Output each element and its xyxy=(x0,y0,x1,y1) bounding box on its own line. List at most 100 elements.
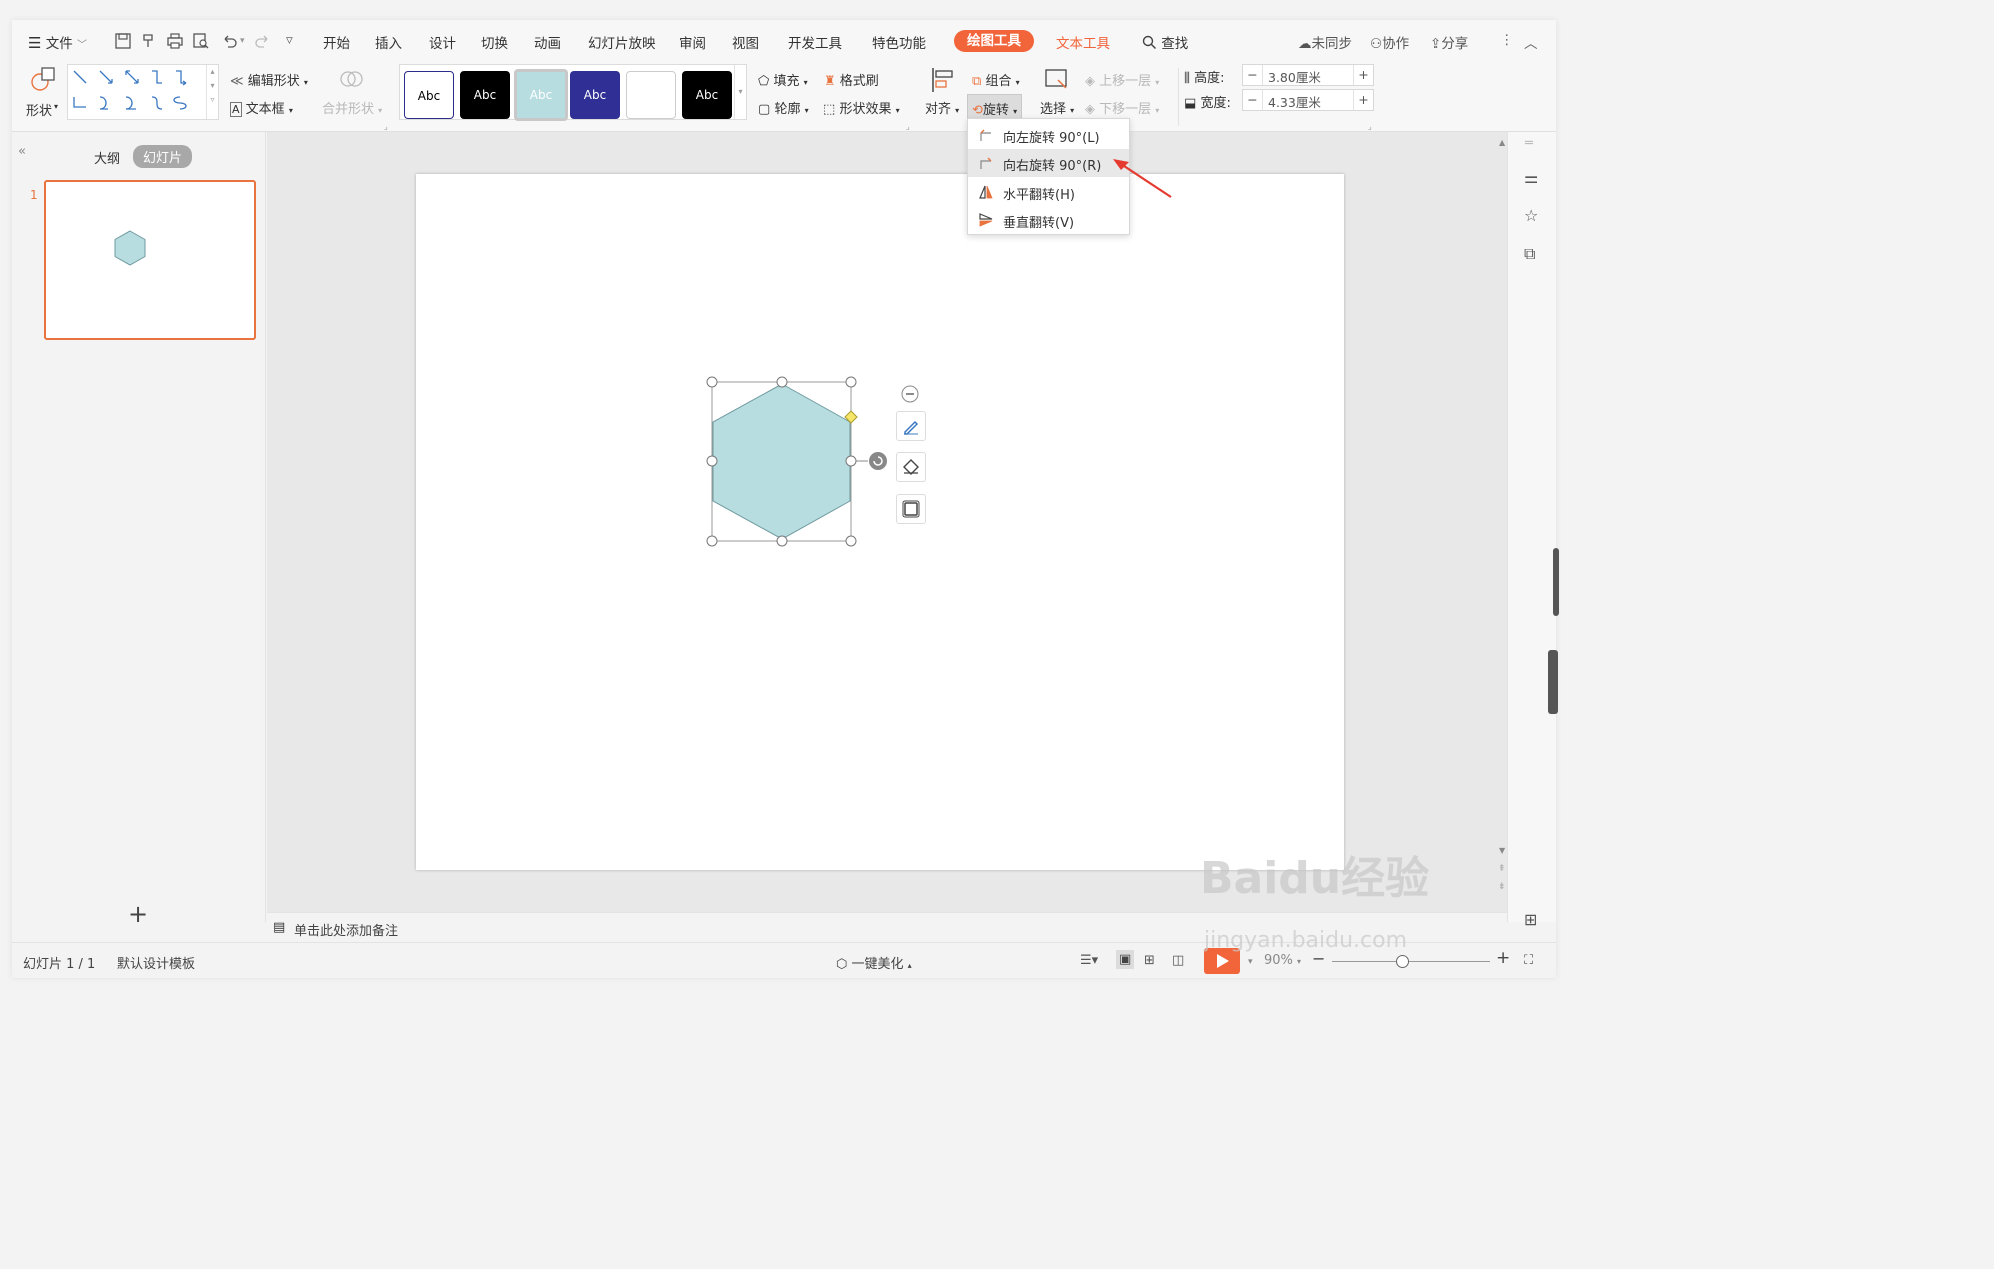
tab-transition[interactable]: 切换 xyxy=(481,32,508,52)
collapse-toolbar-icon[interactable] xyxy=(900,384,920,404)
tab-review[interactable]: 审阅 xyxy=(679,32,706,52)
side-handle[interactable] xyxy=(1553,548,1559,616)
style-swatch-selected[interactable]: Abc xyxy=(514,69,568,121)
more-icon[interactable]: ⋮ xyxy=(1500,32,1514,48)
save-icon[interactable] xyxy=(114,32,132,50)
tab-text-tools[interactable]: 文本工具 xyxy=(1056,32,1110,52)
tab-outline[interactable]: 大纲 xyxy=(94,148,120,167)
sync-status[interactable]: ☁未同步 xyxy=(1298,32,1352,52)
find-button[interactable]: 查找 xyxy=(1142,32,1188,52)
decrement-button[interactable]: − xyxy=(1243,65,1263,85)
resize-handle[interactable] xyxy=(706,455,718,467)
resize-handle[interactable] xyxy=(845,535,857,547)
prev-slide-icon[interactable]: ⇞ xyxy=(1498,864,1506,874)
undo-dropdown-icon[interactable]: ▾ xyxy=(240,36,245,46)
width-stepper[interactable]: − 4.33厘米 + xyxy=(1242,89,1374,111)
style-swatch[interactable]: Abc xyxy=(404,71,454,119)
rotate-handle-icon[interactable] xyxy=(869,452,887,470)
tab-special[interactable]: 特色功能 xyxy=(872,32,926,52)
menu-item-flip-vertical[interactable]: 垂直翻转(V) xyxy=(968,206,1129,234)
customize-qa-icon[interactable]: ▿ xyxy=(286,32,293,48)
grid-view-icon[interactable]: ⊞ xyxy=(1524,910,1537,929)
tab-start[interactable]: 开始 xyxy=(323,32,350,52)
resize-handle[interactable] xyxy=(706,535,718,547)
collab-button[interactable]: ⚇协作 xyxy=(1370,32,1409,52)
slide-sorter-icon[interactable]: ⊞ xyxy=(1144,953,1155,968)
tab-view[interactable]: 视图 xyxy=(732,32,759,52)
tab-animation[interactable]: 动画 xyxy=(534,32,561,52)
tab-developer[interactable]: 开发工具 xyxy=(788,32,842,52)
transform-icon[interactable]: ⧉ xyxy=(1524,244,1535,264)
properties-icon[interactable]: ⚌ xyxy=(1524,168,1538,187)
zoom-slider[interactable] xyxy=(1332,961,1490,962)
side-handle[interactable] xyxy=(1548,650,1558,714)
resize-handle[interactable] xyxy=(845,376,857,388)
gallery-expand[interactable]: ▾ xyxy=(734,65,746,119)
fill-button[interactable]: ⬠ 填充 ▾ xyxy=(758,70,808,89)
template-name[interactable]: 默认设计模板 xyxy=(117,953,195,972)
tab-slides[interactable]: 幻灯片 xyxy=(133,145,193,168)
tab-drawing-tools[interactable]: 绘图工具 xyxy=(954,30,1034,52)
share-button[interactable]: ⇪分享 xyxy=(1430,32,1468,52)
normal-view-icon[interactable]: ▣ xyxy=(1116,950,1135,969)
style-swatch[interactable]: Abc xyxy=(460,71,510,119)
resize-handle[interactable] xyxy=(845,455,857,467)
lines-gallery[interactable]: ▴ ▾ ▿ xyxy=(67,64,219,120)
increment-button[interactable]: + xyxy=(1353,90,1373,110)
menu-item-flip-horizontal[interactable]: 水平翻转(H) xyxy=(968,178,1129,206)
star-icon[interactable]: ☆ xyxy=(1524,206,1538,225)
tab-slideshow[interactable]: 幻灯片放映 xyxy=(588,32,656,52)
outline-button[interactable]: ▢ 轮廓 ▾ xyxy=(758,98,809,117)
zoom-in-button[interactable]: + xyxy=(1496,948,1510,968)
reading-view-icon[interactable]: ◫ xyxy=(1172,953,1184,968)
collapse-panel-icon[interactable]: « xyxy=(18,144,26,159)
print-preview-icon[interactable] xyxy=(192,32,210,50)
select-button[interactable]: 选择 ▾ xyxy=(1040,98,1074,117)
zoom-slider-thumb[interactable] xyxy=(1396,955,1409,968)
notes-placeholder[interactable]: 单击此处添加备注 xyxy=(294,920,398,939)
resize-handle[interactable] xyxy=(706,376,718,388)
menu-item-rotate-right[interactable]: 向右旋转 90°(R) xyxy=(968,149,1129,177)
beautify-button[interactable]: ⬡ 一键美化 ▴ xyxy=(836,953,912,972)
decrement-button[interactable]: − xyxy=(1243,90,1263,110)
scroll-up-icon[interactable]: ▲ xyxy=(1499,138,1505,147)
outline-quick-button[interactable] xyxy=(896,494,926,524)
scroll-down-icon[interactable]: ▼ xyxy=(1499,846,1505,855)
shape-button[interactable]: 形状 ▾ xyxy=(26,66,62,126)
format-painter-button[interactable]: ♜ 格式刷 xyxy=(824,70,879,89)
shape-style-quick-button[interactable] xyxy=(896,411,926,441)
launcher-icon[interactable]: ⌟ xyxy=(906,122,910,131)
style-swatch[interactable] xyxy=(626,71,676,119)
collapse-ribbon-icon[interactable]: ︿ xyxy=(1524,32,1538,52)
launcher-icon[interactable]: ⌟ xyxy=(1368,122,1372,131)
style-swatch[interactable]: Abc xyxy=(570,71,620,119)
zoom-level[interactable]: 90% ▾ xyxy=(1264,953,1301,968)
increment-button[interactable]: + xyxy=(1353,65,1373,85)
slide-thumbnail[interactable] xyxy=(44,180,256,340)
print-icon[interactable] xyxy=(166,32,184,50)
hexagon-shape[interactable] xyxy=(712,383,851,540)
tab-design[interactable]: 设计 xyxy=(429,32,456,52)
redo-icon[interactable] xyxy=(254,32,272,50)
next-slide-icon[interactable]: ⇟ xyxy=(1498,882,1506,892)
menu-item-rotate-left[interactable]: 向左旋转 90°(L) xyxy=(968,121,1129,149)
style-swatch[interactable]: Abc xyxy=(682,71,732,119)
textbox-button[interactable]: A 文本框 ▾ xyxy=(230,98,293,117)
fit-window-icon[interactable]: ⛶ xyxy=(1524,953,1533,968)
height-stepper[interactable]: − 3.80厘米 + xyxy=(1242,64,1374,86)
notes-toggle-icon[interactable]: ☰▾ xyxy=(1080,953,1098,968)
file-menu[interactable]: ☰ 文件 ﹀ xyxy=(28,32,87,52)
send-backward-button[interactable]: ◈ 下移一层 ▾ xyxy=(1085,98,1159,117)
play-dropdown-icon[interactable]: ▾ xyxy=(1248,957,1253,967)
add-slide-button[interactable]: + xyxy=(128,902,148,926)
fill-quick-button[interactable] xyxy=(896,452,926,482)
gallery-scroll[interactable]: ▴ ▾ ▿ xyxy=(206,65,218,119)
tab-insert[interactable]: 插入 xyxy=(375,32,402,52)
group-button[interactable]: ⧉ 组合 ▾ xyxy=(972,70,1020,89)
edit-shape-button[interactable]: ≪ 编辑形状 ▾ xyxy=(230,70,308,89)
undo-icon[interactable] xyxy=(220,32,238,50)
format-painter-qa-icon[interactable] xyxy=(140,32,158,50)
shape-effect-button[interactable]: ⬚ 形状效果 ▾ xyxy=(823,98,900,117)
align-button[interactable]: 对齐 ▾ xyxy=(925,98,959,117)
slide-canvas[interactable] xyxy=(416,174,1344,870)
